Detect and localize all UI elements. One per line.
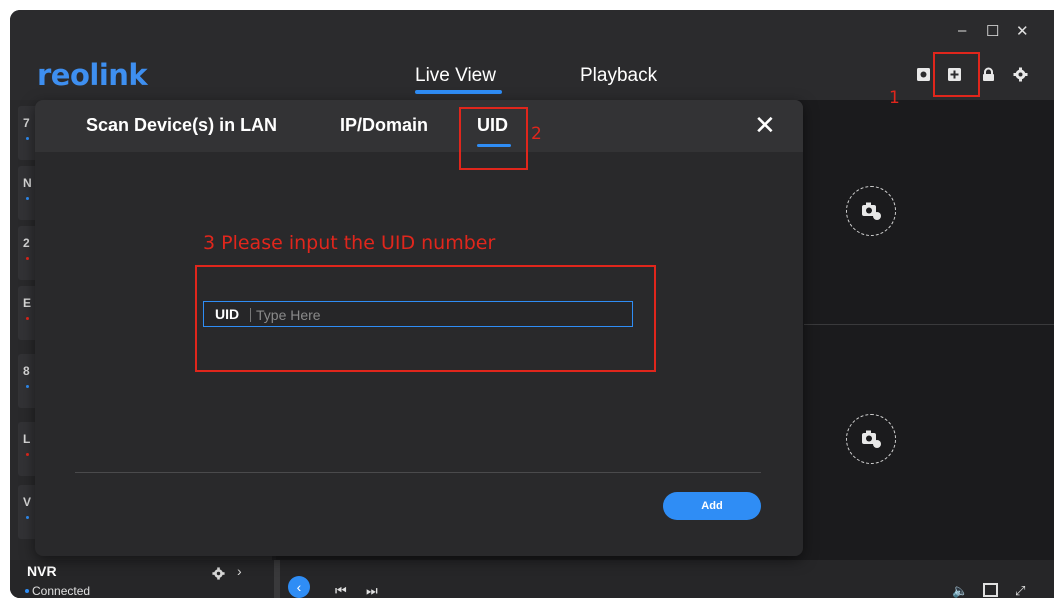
panel-separator[interactable]	[274, 560, 280, 598]
status-dot	[25, 589, 29, 593]
grid-divider	[804, 324, 1054, 325]
dialog-divider	[75, 472, 761, 473]
nvr-device-name[interactable]: NVR	[27, 563, 57, 579]
annotation-step-1: 1	[889, 88, 900, 108]
device-initial: 2	[23, 236, 30, 250]
lock-icon[interactable]	[981, 67, 996, 82]
tab-ip-domain[interactable]: IP/Domain	[340, 115, 428, 136]
fullscreen-icon[interactable]: ⤢	[1015, 583, 1025, 598]
minimize-button[interactable]: –	[958, 22, 966, 39]
device-initial: 8	[23, 364, 30, 378]
close-dialog-button[interactable]: ✕	[754, 110, 776, 141]
annotation-step-3: 3 Please input the UID number	[203, 232, 496, 254]
add-camera-icon[interactable]	[846, 414, 896, 464]
bottom-bar	[10, 560, 1054, 598]
close-window-button[interactable]: ✕	[1016, 22, 1029, 40]
device-initial: V	[23, 495, 32, 509]
tab-playback[interactable]: Playback	[580, 65, 657, 87]
status-dot	[26, 453, 29, 456]
add-camera-icon[interactable]	[846, 186, 896, 236]
dialog-header: Scan Device(s) in LAN IP/Domain UID ✕	[35, 100, 803, 152]
annotation-box-add-device	[933, 52, 980, 97]
status-dot	[26, 317, 29, 320]
add-button[interactable]: Add	[663, 492, 761, 520]
app-logo: reolink	[37, 58, 148, 92]
device-initial: N	[23, 176, 32, 190]
snapshot-icon[interactable]	[916, 67, 931, 82]
annotation-box-uid-tab	[459, 107, 528, 170]
status-dot	[26, 257, 29, 260]
tab-scan-lan[interactable]: Scan Device(s) in LAN	[86, 115, 277, 136]
next-icon[interactable]: ⏭	[366, 583, 378, 598]
maximize-button[interactable]: ☐	[986, 22, 999, 40]
annotation-step-2: 2	[531, 124, 542, 144]
layout-icon[interactable]	[983, 583, 998, 597]
title-bar: reolink – ☐ ✕ Live View Playback	[10, 10, 1054, 100]
device-settings-icon[interactable]	[212, 567, 225, 585]
collapse-sidebar-button[interactable]: ‹	[288, 576, 310, 598]
annotation-box-uid-field	[195, 265, 656, 372]
status-dot	[26, 137, 29, 140]
nvr-status: Connected	[32, 584, 91, 598]
device-initial: 7	[23, 116, 30, 130]
device-initial: L	[23, 432, 31, 446]
status-dot	[26, 516, 29, 519]
settings-icon[interactable]	[1013, 67, 1028, 82]
previous-icon[interactable]: ⏮	[335, 583, 347, 598]
chevron-right-icon[interactable]: ›	[237, 563, 242, 579]
status-dot	[26, 385, 29, 388]
device-initial: E	[23, 296, 32, 310]
status-dot	[26, 197, 29, 200]
volume-icon[interactable]: 🔈	[952, 583, 968, 598]
tab-live-view[interactable]: Live View	[415, 65, 496, 87]
active-tab-indicator	[415, 90, 502, 94]
